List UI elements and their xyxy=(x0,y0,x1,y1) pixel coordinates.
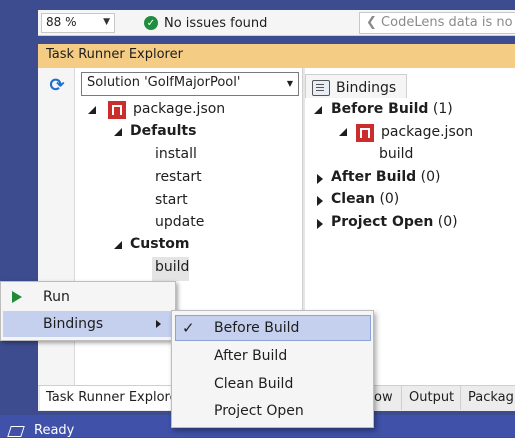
status-text: Ready xyxy=(34,423,75,438)
issues-text: No issues found xyxy=(164,15,268,31)
bindings-icon xyxy=(312,80,330,96)
panel-title: Task Runner Explorer xyxy=(46,47,183,62)
binding-group-count: (1) xyxy=(432,101,453,117)
collapse-arrow-icon[interactable] xyxy=(114,241,122,249)
submenu-item-after-build[interactable]: After Build xyxy=(176,343,370,369)
menu-item-label: Run xyxy=(43,289,70,305)
check-circle-icon: ✓ xyxy=(144,16,158,30)
submenu-arrow-icon xyxy=(156,320,161,328)
run-icon xyxy=(12,291,22,303)
binding-group-count: (0) xyxy=(379,191,400,207)
codelens-text: CodeLens data is no xyxy=(381,15,513,30)
solution-value: Solution 'GolfMajorPool' xyxy=(87,75,241,90)
collapse-arrow-icon[interactable] xyxy=(339,128,347,136)
tree-item-custom[interactable]: Custom xyxy=(130,236,189,252)
tree-item-task[interactable]: restart xyxy=(155,169,202,185)
binding-task[interactable]: build xyxy=(379,146,413,162)
menu-item-run[interactable]: Run xyxy=(1,284,175,310)
menu-item-label: Clean Build xyxy=(214,376,294,392)
collapse-arrow-icon[interactable] xyxy=(88,106,96,114)
tree-item-defaults[interactable]: Defaults xyxy=(130,123,196,139)
tab-output[interactable]: Output xyxy=(403,386,461,410)
chevron-down-icon: ▼ xyxy=(103,17,110,27)
menu-item-bindings[interactable]: Bindings xyxy=(3,311,173,337)
bindings-tab-label: Bindings xyxy=(336,80,397,96)
binding-file[interactable]: package.json xyxy=(381,124,473,140)
binding-group-project-open[interactable]: Project Open (0) xyxy=(331,214,458,230)
submenu-item-clean-build[interactable]: Clean Build xyxy=(176,371,370,397)
codelens-icon: ❮ xyxy=(366,15,377,30)
binding-group-count: (0) xyxy=(437,214,458,230)
binding-group-before-build[interactable]: Before Build (1) xyxy=(331,101,453,117)
menu-item-label: Before Build xyxy=(214,320,300,336)
codelens-indicator[interactable]: ❮ CodeLens data is no xyxy=(359,12,515,34)
binding-group-name: Before Build xyxy=(331,101,429,117)
tab-window[interactable]: ow xyxy=(372,386,402,410)
tab-task-runner-explorer[interactable]: Task Runner Explorer xyxy=(40,386,183,410)
tree-item-task[interactable]: start xyxy=(155,192,188,208)
refresh-icon[interactable]: ⟳ xyxy=(47,75,67,96)
panel-title-bar: Task Runner Explorer xyxy=(38,44,515,68)
binding-group-clean[interactable]: Clean (0) xyxy=(331,191,399,207)
npm-icon xyxy=(108,101,126,119)
menu-item-label: After Build xyxy=(214,348,288,364)
binding-group-count: (0) xyxy=(420,169,441,185)
menu-item-label: Bindings xyxy=(43,316,104,332)
tab-package-manager[interactable]: Packag xyxy=(462,386,515,410)
submenu-item-before-build[interactable]: ✓ Before Build xyxy=(176,315,370,341)
menu-item-label: Project Open xyxy=(214,403,304,419)
binding-group-after-build[interactable]: After Build (0) xyxy=(331,169,440,185)
tab-bindings[interactable]: Bindings xyxy=(305,74,407,98)
expand-arrow-icon[interactable] xyxy=(317,219,323,229)
solution-select[interactable]: Solution 'GolfMajorPool' ▼ xyxy=(81,72,299,96)
binding-group-name: After Build xyxy=(331,169,417,185)
chevron-down-icon: ▼ xyxy=(286,79,293,88)
submenu-item-project-open[interactable]: Project Open xyxy=(176,398,370,424)
zoom-dropdown[interactable]: 88 % ▼ xyxy=(41,13,115,33)
binding-group-name: Clean xyxy=(331,191,375,207)
tree-item-task[interactable]: update xyxy=(155,214,204,230)
npm-icon xyxy=(356,124,374,142)
tree-item-package-json[interactable]: package.json xyxy=(133,101,225,117)
collapse-arrow-icon[interactable] xyxy=(114,128,122,136)
zoom-value: 88 % xyxy=(46,15,77,29)
expand-arrow-icon[interactable] xyxy=(317,196,323,206)
expand-arrow-icon[interactable] xyxy=(317,174,323,184)
issues-indicator[interactable]: ✓ No issues found xyxy=(144,13,267,33)
binding-group-name: Project Open xyxy=(331,214,434,230)
tree-item-task[interactable]: install xyxy=(155,146,197,162)
collapse-arrow-icon[interactable] xyxy=(314,106,322,114)
check-icon: ✓ xyxy=(182,319,195,337)
tree-item-task-build[interactable]: build xyxy=(155,259,189,275)
